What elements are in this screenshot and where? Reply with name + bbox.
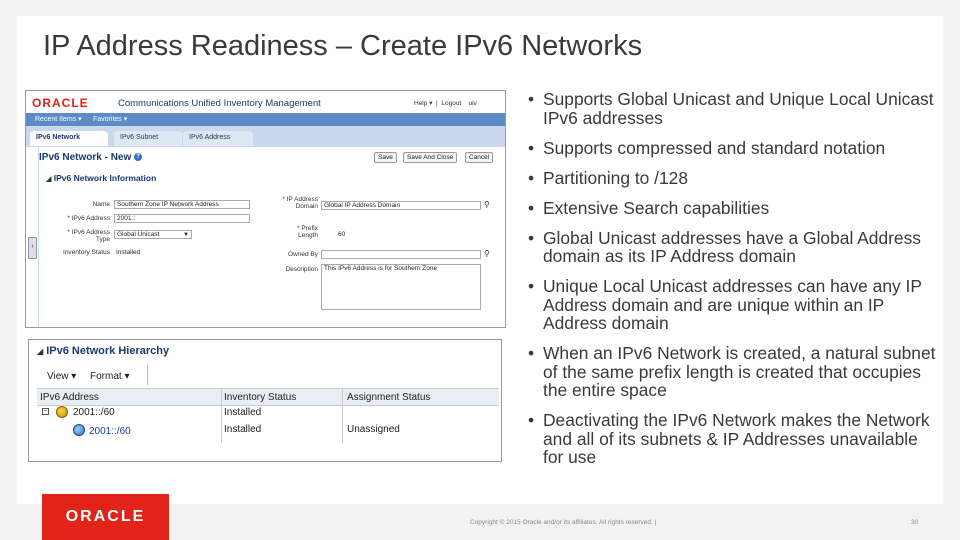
collapse-pane-handle[interactable]: › [28, 237, 37, 259]
tab-strip: IPv6 Network IPv6 Subnet IPv6 Address [26, 126, 505, 147]
collapse-triangle-icon[interactable]: ◢ [37, 347, 43, 356]
view-menu[interactable]: View ▾ [47, 371, 76, 382]
inventory-status-value: Installed [116, 249, 141, 256]
recent-items-menu[interactable]: Recent Items ▾ [35, 115, 82, 123]
bullet-item: Extensive Search capabilities [526, 198, 941, 218]
ipv6-network-form-screenshot: ORACLE Communications Unified Inventory … [25, 90, 506, 328]
user-name: uiv [468, 100, 477, 107]
ipv6-network-hierarchy-screenshot: ◢ IPv6 Network Hierarchy View ▾ Format ▾… [28, 339, 502, 462]
tab-ipv6-address[interactable]: IPv6 Address [183, 131, 253, 146]
description-label: Description [285, 266, 318, 273]
app-header: ORACLE Communications Unified Inventory … [26, 91, 505, 113]
owned-by-field[interactable] [321, 250, 481, 259]
cancel-button[interactable]: Cancel [465, 152, 494, 163]
bullet-list: Supports Global Unicast and Unique Local… [526, 90, 941, 478]
save-button[interactable]: Save [374, 152, 397, 163]
bullet-item: Supports Global Unicast and Unique Local… [526, 90, 941, 127]
prefix-length-value[interactable]: 60 [338, 231, 345, 238]
ipv6-address-type-label: * IPv6 Address Type [67, 229, 110, 243]
toolbar-divider [147, 365, 148, 385]
search-icon[interactable]: ⚲ [484, 200, 490, 209]
slide-title: IP Address Readiness – Create IPv6 Netwo… [43, 30, 643, 62]
ip-network-icon [56, 406, 68, 418]
table-row-assignment: Unassigned [347, 424, 400, 435]
help-link[interactable]: Help ▾ [414, 100, 432, 107]
inventory-status-label: Inventory Status [63, 249, 110, 256]
app-name: Communications Unified Inventory Managem… [118, 98, 321, 109]
left-pane-divider [38, 147, 39, 327]
tab-ipv6-network[interactable]: IPv6 Network [30, 131, 108, 146]
table-row-address-link[interactable]: 2001::/60 [89, 426, 131, 437]
name-field[interactable]: Southern Zone IP Network Address [114, 200, 250, 209]
column-divider [342, 388, 343, 443]
hierarchy-toolbar: View ▾ Format ▾ [37, 365, 147, 385]
help-icon[interactable]: ? [134, 153, 143, 162]
chevron-down-icon: ▼ [183, 232, 189, 238]
favorites-menu[interactable]: Favorites ▾ [93, 115, 127, 123]
ipv6-address-field[interactable]: 2001:: [114, 214, 250, 223]
table-row-inventory: Installed [224, 407, 262, 418]
owned-by-label: Owned By [288, 251, 318, 258]
table-row-inventory: Installed [224, 424, 262, 435]
page-number: 30 [911, 519, 919, 526]
save-and-close-button[interactable]: Save And Close [403, 152, 458, 163]
column-header-ipv6-address[interactable]: IPv6 Address [40, 392, 99, 403]
page-title: IPv6 Network - New ? [39, 152, 143, 163]
oracle-logo: ORACLE [42, 494, 169, 540]
column-divider [221, 388, 222, 443]
header-links: Help ▾ | Logout uiv [414, 100, 477, 107]
logout-link[interactable]: Logout [441, 100, 461, 107]
ip-subnet-icon [73, 424, 85, 436]
ip-address-domain-label: * IP Address Domain [282, 196, 318, 210]
bullet-item: Global Unicast addresses have a Global A… [526, 228, 941, 266]
bullet-item: Partitioning to /128 [526, 168, 941, 188]
copyright-notice: Copyright © 2015 Oracle and/or its affil… [470, 519, 657, 526]
format-menu[interactable]: Format ▾ [90, 371, 129, 382]
collapse-triangle-icon[interactable]: ◢ [46, 176, 51, 183]
bullet-item: When an IPv6 Network is created, a natur… [526, 344, 941, 400]
table-row-address[interactable]: 2001::/60 [73, 407, 115, 418]
hierarchy-title[interactable]: ◢ IPv6 Network Hierarchy [37, 345, 169, 357]
app-oracle-logo: ORACLE [32, 96, 89, 110]
ipv6-address-type-select[interactable]: Global Unicast ▼ [114, 230, 192, 239]
prefix-length-label: * Prefix Length [297, 225, 318, 239]
search-icon[interactable]: ⚲ [484, 249, 490, 258]
table-header: IPv6 Address Inventory Status Assignment… [37, 388, 499, 406]
tree-collapse-toggle[interactable]: − [42, 408, 49, 415]
column-header-inventory-status[interactable]: Inventory Status [224, 392, 296, 403]
bullet-item: Deactivating the IPv6 Network makes the … [526, 411, 941, 467]
name-label: Name [92, 201, 110, 208]
description-textarea[interactable]: This IPv6 Address is for Southern Zone [321, 264, 481, 310]
column-header-assignment-status[interactable]: Assignment Status [347, 392, 430, 403]
ip-address-domain-field[interactable]: Global IP Address Domain [321, 201, 481, 210]
app-menu-bar: Recent Items ▾ Favorites ▾ [26, 113, 505, 126]
section-header[interactable]: ◢ IPv6 Network Information [46, 173, 156, 183]
tab-ipv6-subnet[interactable]: IPv6 Subnet [114, 131, 182, 146]
bullet-item: Supports compressed and standard notatio… [526, 138, 941, 158]
bullet-item: Unique Local Unicast addresses can have … [526, 277, 941, 333]
ipv6-address-label: * IPv6 Address [67, 215, 110, 222]
